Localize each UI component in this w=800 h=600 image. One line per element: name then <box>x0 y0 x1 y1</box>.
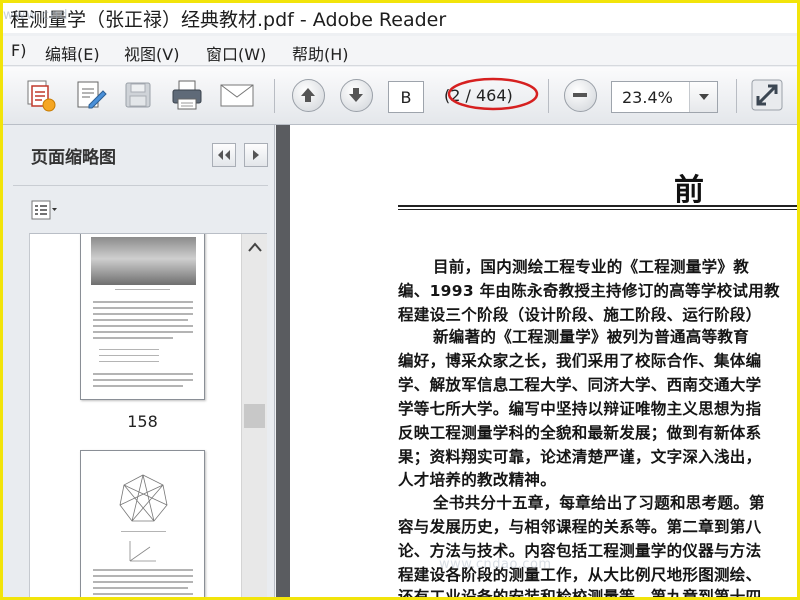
text-line: 编好，博采众家之长，我们采用了校际合作、集体编 <box>398 352 762 370</box>
zoom-out-button[interactable] <box>562 77 598 113</box>
menu-view[interactable]: 视图(V) <box>124 41 179 65</box>
fit-page-button[interactable] <box>749 77 785 113</box>
text-line: 果；资料翔实可靠，论述清楚严谨，文字深入浅出， <box>398 448 762 466</box>
text-line: 容与发展历史，与相邻课程的关系等。第二章到第八 <box>398 518 762 536</box>
email-icon <box>220 84 254 107</box>
heading-rule <box>398 209 797 210</box>
text-line: 新编著的《工程测量学》被列为普通高等教育 <box>433 328 750 346</box>
zoom-value: 23.4% <box>622 88 673 107</box>
menu-edit[interactable]: 编辑(E) <box>45 41 100 65</box>
text-line: 全书共分十五章，每章给出了习题和思考题。第 <box>433 494 765 512</box>
text-line: 反映工程测量学科的全貌和最新发展；做到有新体系 <box>398 424 762 442</box>
thumbnail-list[interactable]: 158 <box>29 233 267 597</box>
thumbnail-photo <box>91 237 196 285</box>
text-line: 目前，国内测绘工程专业的《工程测量学》教 <box>433 258 750 276</box>
save-button[interactable] <box>120 77 156 113</box>
page-heading: 前 言 <box>674 173 797 208</box>
scrollbar-thumb[interactable] <box>244 404 265 428</box>
chevron-right-icon <box>253 150 259 160</box>
toolbar: B (2 / 464) 23.4% <box>3 67 797 125</box>
toolbar-separator <box>736 79 737 113</box>
text-line: 还有工业设备的安装和检校测量等。第九章到第十四 <box>398 588 762 600</box>
menu-file[interactable]: F) <box>11 41 26 60</box>
menu-help[interactable]: 帮助(H) <box>292 41 349 65</box>
double-chevron-left-icon <box>218 150 230 160</box>
toolbar-separator <box>548 79 549 113</box>
page-thumbnail[interactable] <box>80 450 205 597</box>
site-watermark: www.cndao.com <box>439 557 552 572</box>
edit-document-icon <box>77 81 107 109</box>
menu-bar: F) 编辑(E) 视图(V) 窗口(W) 帮助(H) <box>3 36 797 66</box>
list-options-icon <box>31 200 57 220</box>
document-page: 前 言 目前，国内测绘工程专业的《工程测量学》教 编、1993 年由陈永奇教授主… <box>290 125 797 600</box>
scroll-up-icon[interactable] <box>246 240 264 254</box>
next-page-icon <box>349 88 363 102</box>
thumbnail-options-button[interactable] <box>31 197 71 223</box>
network-diagram-thumbnail <box>119 474 168 522</box>
thumbnails-panel: 页面缩略图 158 <box>3 125 275 597</box>
text-line: 学等七所大学。编写中坚持以辩证唯物主义思想为指 <box>398 400 762 418</box>
text-line: 程建设三个阶段（设计阶段、施工阶段、运行阶段） <box>398 306 762 324</box>
text-line: 人才培养的教改精神。 <box>398 471 557 489</box>
email-button[interactable] <box>219 77 255 113</box>
create-pdf-button[interactable] <box>22 77 58 113</box>
previous-page-icon <box>301 88 315 102</box>
title-bar: 程测量学（张正禄）经典教材.pdf - Adobe Reader www.cnd <box>3 3 797 33</box>
app-window: 程测量学（张正禄）经典教材.pdf - Adobe Reader www.cnd… <box>0 0 800 600</box>
page-number-input[interactable]: B <box>388 81 424 113</box>
print-button[interactable] <box>169 77 205 113</box>
zoom-select[interactable]: 23.4% <box>611 81 718 113</box>
zoom-out-icon <box>573 93 587 97</box>
text-line: 编、1993 年由陈永奇教授主持修订的高等学校试用教 <box>398 282 780 300</box>
previous-page-button[interactable] <box>290 77 326 113</box>
expand-panel-button[interactable] <box>244 143 268 167</box>
fit-page-icon <box>751 79 783 111</box>
thumbnail-page-label: 158 <box>127 412 158 431</box>
document-area[interactable]: 前 言 目前，国内测绘工程专业的《工程测量学》教 编、1993 年由陈永奇教授主… <box>276 125 797 600</box>
window-title: 程测量学（张正禄）经典教材.pdf - Adobe Reader <box>10 9 447 31</box>
thumbnail-scrollbar[interactable] <box>241 234 267 597</box>
create-pdf-icon <box>27 80 56 112</box>
toolbar-separator <box>274 79 275 113</box>
panel-divider <box>13 185 268 186</box>
collapse-panel-button[interactable] <box>212 143 236 167</box>
page-thumbnail-158[interactable] <box>80 234 205 400</box>
text-line: 学、解放军信息工程大学、同济大学、西南交通大学 <box>398 376 762 394</box>
chevron-down-icon <box>698 94 709 100</box>
axis-sketch-thumbnail <box>129 541 156 562</box>
highlight-circle <box>447 77 539 111</box>
zoom-dropdown-button[interactable] <box>689 82 717 112</box>
print-icon <box>172 80 202 110</box>
panel-title: 页面缩略图 <box>31 148 116 168</box>
next-page-button[interactable] <box>338 77 374 113</box>
save-icon <box>125 82 151 108</box>
heading-rule <box>398 205 797 207</box>
overlay-watermark: www.cnd <box>3 8 69 23</box>
edit-button[interactable] <box>72 77 108 113</box>
menu-window[interactable]: 窗口(W) <box>206 41 266 65</box>
